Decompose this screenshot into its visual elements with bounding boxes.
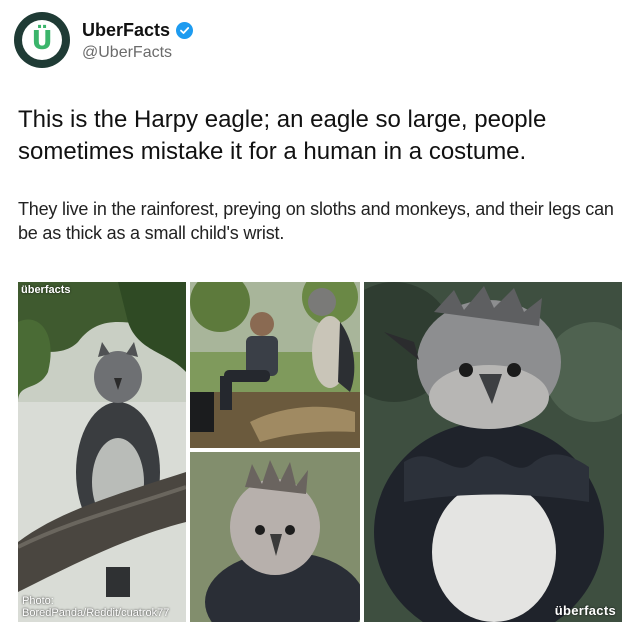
photo-eagle-on-branch[interactable]: überfacts Photo: BoredPanda/Reddit/cuatr…	[18, 282, 186, 622]
media-collage[interactable]: überfacts Photo: BoredPanda/Reddit/cuatr…	[18, 282, 622, 622]
verified-badge-icon	[176, 22, 194, 39]
watermark-top: überfacts	[21, 284, 71, 296]
eagle-face-image	[190, 452, 360, 622]
watermark-bottom: überfacts	[554, 603, 616, 618]
tweet-subtext: They live in the rainforest, preying on …	[18, 199, 614, 243]
display-name[interactable]: UberFacts	[82, 20, 170, 41]
tweet-header: Ü UberFacts @UberFacts	[14, 12, 614, 72]
account-info: UberFacts @UberFacts	[82, 20, 194, 62]
avatar[interactable]: Ü	[14, 12, 70, 68]
eagle-portrait-image	[364, 282, 622, 622]
tweet-text: This is the Harpy eagle; an eagle so lar…	[18, 106, 547, 165]
photo-eagle-face[interactable]	[190, 452, 360, 622]
display-name-row[interactable]: UberFacts	[82, 20, 194, 41]
photo-man-with-eagle[interactable]	[190, 282, 360, 448]
photo-credit: Photo: BoredPanda/Reddit/cuatrok77	[22, 595, 170, 619]
man-with-eagle-image	[190, 282, 360, 448]
avatar-logo-letter: Ü	[31, 26, 53, 56]
account-handle[interactable]: @UberFacts	[82, 44, 193, 62]
eagle-branch-image	[18, 282, 186, 622]
photo-eagle-portrait[interactable]: überfacts	[364, 282, 622, 622]
